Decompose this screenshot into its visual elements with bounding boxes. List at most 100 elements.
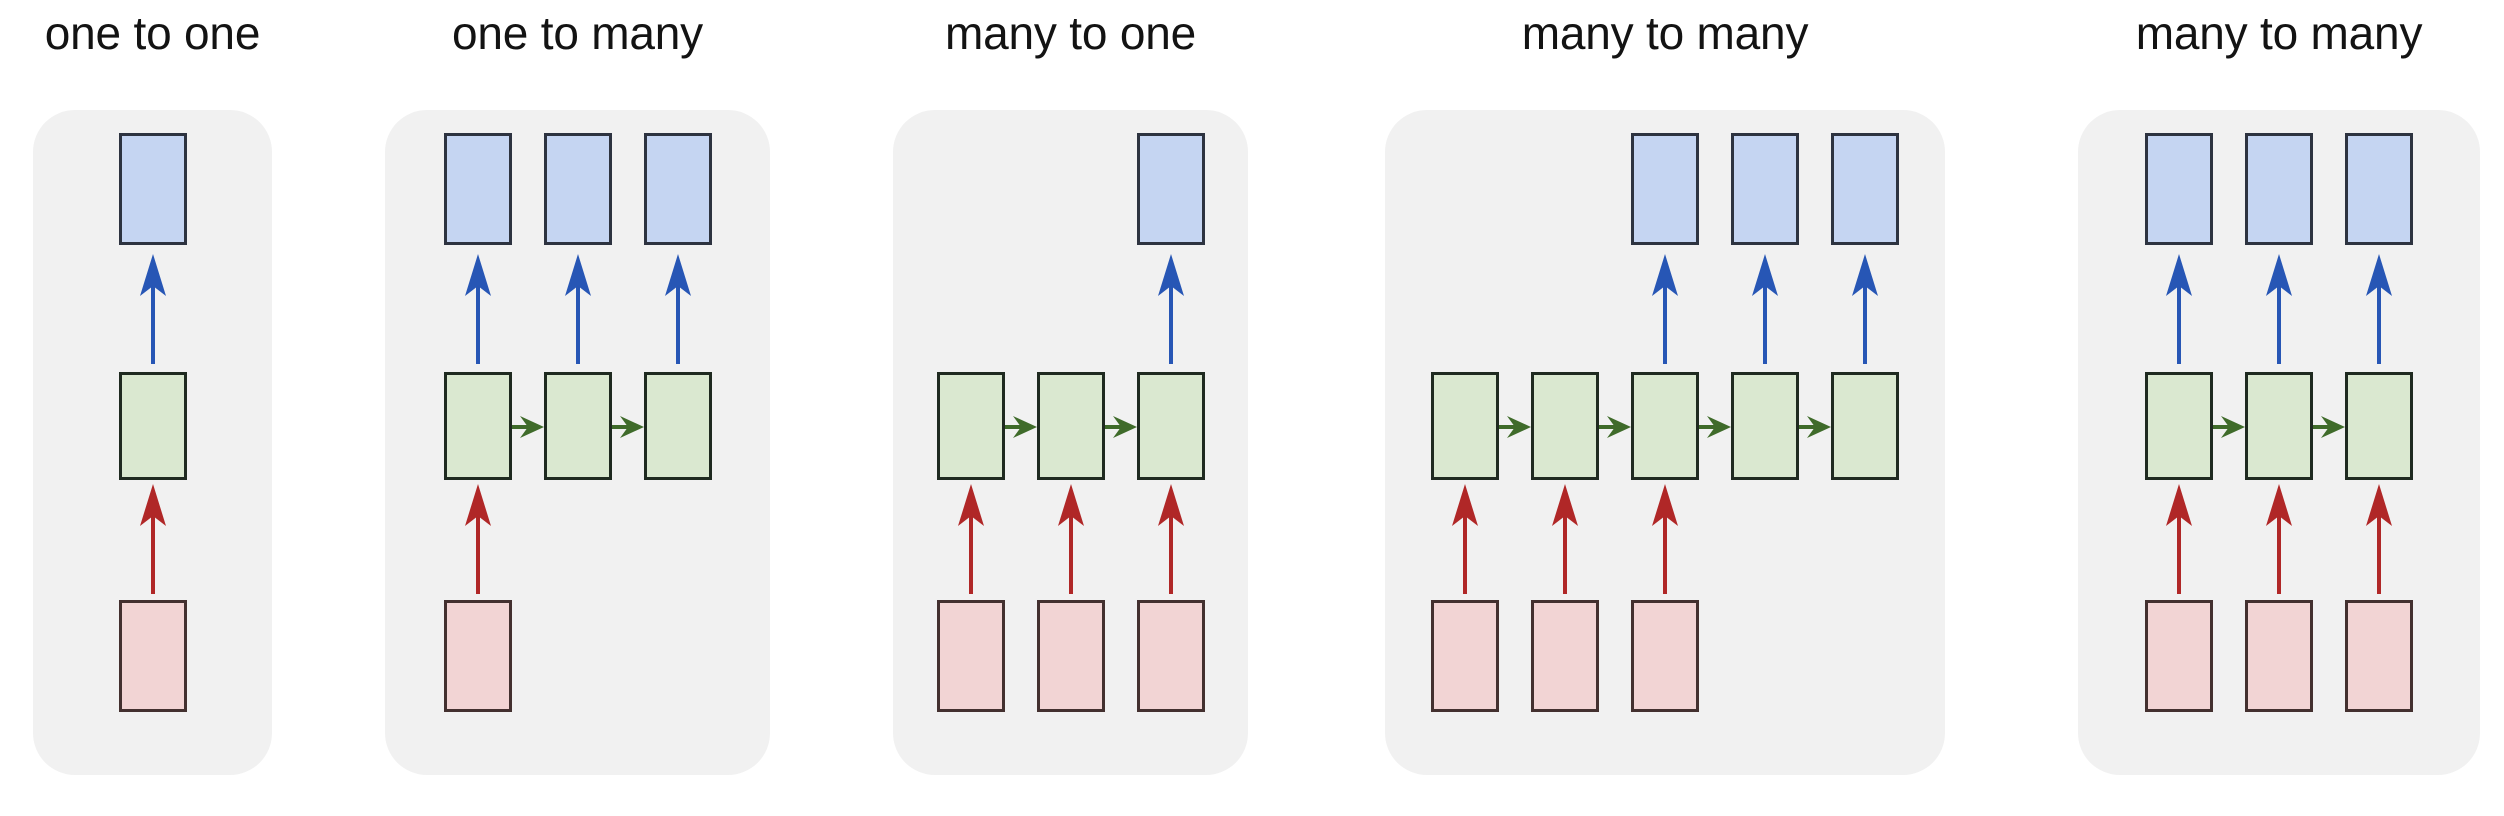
input-to-hidden-arrow-icon [1054,482,1088,594]
input-box [1631,600,1699,712]
hidden-state-box [2245,372,2313,480]
input-to-hidden-arrow-icon [2362,482,2396,594]
output-box [643,133,712,245]
timestep-column-list [893,110,1248,775]
input-box [2145,600,2213,712]
recurrent-arrow-icon [1104,410,1137,444]
panel-many-to-one: many to one [893,0,1248,816]
output-box [1831,133,1899,245]
output-box [1136,133,1205,245]
hidden-state-box [118,372,187,480]
timestep-column [2345,110,2413,775]
output-box [2245,133,2313,245]
recurrent-arrow-icon [1599,410,1631,444]
output-box [2145,133,2213,245]
output-box [2345,133,2413,245]
output-box [1731,133,1799,245]
panel-many-to-many-encoder-decoder: many to many [1385,0,1945,816]
hidden-to-output-arrow-icon [461,252,495,364]
input-box [443,600,512,712]
hidden-state-box [1631,372,1699,480]
input-box [2245,600,2313,712]
timestep-column [1036,110,1137,775]
timestep-column [936,110,1037,775]
hidden-state-box [443,372,512,480]
panel-title: many to many [1521,7,1809,59]
input-box [1431,600,1499,712]
hidden-state-box [643,372,712,480]
timestep-column [2245,110,2345,775]
timestep-column [1631,110,1731,775]
output-box [443,133,512,245]
timestep-column [1136,110,1205,775]
output-box [118,133,187,245]
output-box [1631,133,1699,245]
input-box [2345,600,2413,712]
hidden-to-output-arrow-icon [1748,252,1782,364]
hidden-state-box [936,372,1005,480]
hidden-to-output-arrow-icon [2262,252,2296,364]
panel-title: one to many [452,7,703,59]
timestep-column [1431,110,1531,775]
hidden-to-output-arrow-icon [1154,252,1188,364]
hidden-state-box [1731,372,1799,480]
input-to-hidden-arrow-icon [1548,482,1582,594]
panel-one-to-many: one to many [385,0,770,816]
hidden-to-output-arrow-icon [1648,252,1682,364]
recurrent-arrow-icon [1004,410,1037,444]
panel-many-to-many-synced: many to many [2078,0,2480,816]
input-box [118,600,187,712]
hidden-to-output-arrow-icon [1848,252,1882,364]
timestep-column-list [2078,110,2480,775]
hidden-state-box [2345,372,2413,480]
hidden-state-box [1431,372,1499,480]
hidden-to-output-arrow-icon [2362,252,2396,364]
timestep-column [443,110,544,775]
input-to-hidden-arrow-icon [2262,482,2296,594]
timestep-column [2145,110,2245,775]
input-to-hidden-arrow-icon [461,482,495,594]
hidden-state-box [1531,372,1599,480]
recurrent-arrow-icon [1799,410,1831,444]
output-box [543,133,612,245]
input-to-hidden-arrow-icon [954,482,988,594]
rnn-sequence-diagram: one to one one to many many to one many to … [0,0,2504,816]
recurrent-arrow-icon [2213,410,2245,444]
timestep-column [118,110,187,775]
panel-title: one to one [44,7,261,59]
input-to-hidden-arrow-icon [1448,482,1482,594]
input-to-hidden-arrow-icon [2162,482,2196,594]
input-box [1136,600,1205,712]
input-to-hidden-arrow-icon [1648,482,1682,594]
timestep-column [643,110,712,775]
recurrent-arrow-icon [511,410,544,444]
hidden-to-output-arrow-icon [136,252,170,364]
hidden-state-box [1036,372,1105,480]
input-box [936,600,1005,712]
timestep-column-list [33,110,272,775]
hidden-to-output-arrow-icon [561,252,595,364]
panel-one-to-one: one to one [33,0,272,816]
timestep-column [1731,110,1831,775]
timestep-column [543,110,644,775]
recurrent-arrow-icon [2313,410,2345,444]
panel-title: many to one [945,7,1196,59]
panel-title: many to many [2135,7,2423,59]
input-box [1531,600,1599,712]
hidden-to-output-arrow-icon [661,252,695,364]
hidden-state-box [1136,372,1205,480]
input-to-hidden-arrow-icon [1154,482,1188,594]
timestep-column-list [385,110,770,775]
input-to-hidden-arrow-icon [136,482,170,594]
hidden-state-box [2145,372,2213,480]
hidden-state-box [543,372,612,480]
timestep-column [1831,110,1899,775]
timestep-column [1531,110,1631,775]
recurrent-arrow-icon [1699,410,1731,444]
recurrent-arrow-icon [1499,410,1531,444]
input-box [1036,600,1105,712]
recurrent-arrow-icon [611,410,644,444]
timestep-column-list [1385,110,1945,775]
hidden-state-box [1831,372,1899,480]
hidden-to-output-arrow-icon [2162,252,2196,364]
